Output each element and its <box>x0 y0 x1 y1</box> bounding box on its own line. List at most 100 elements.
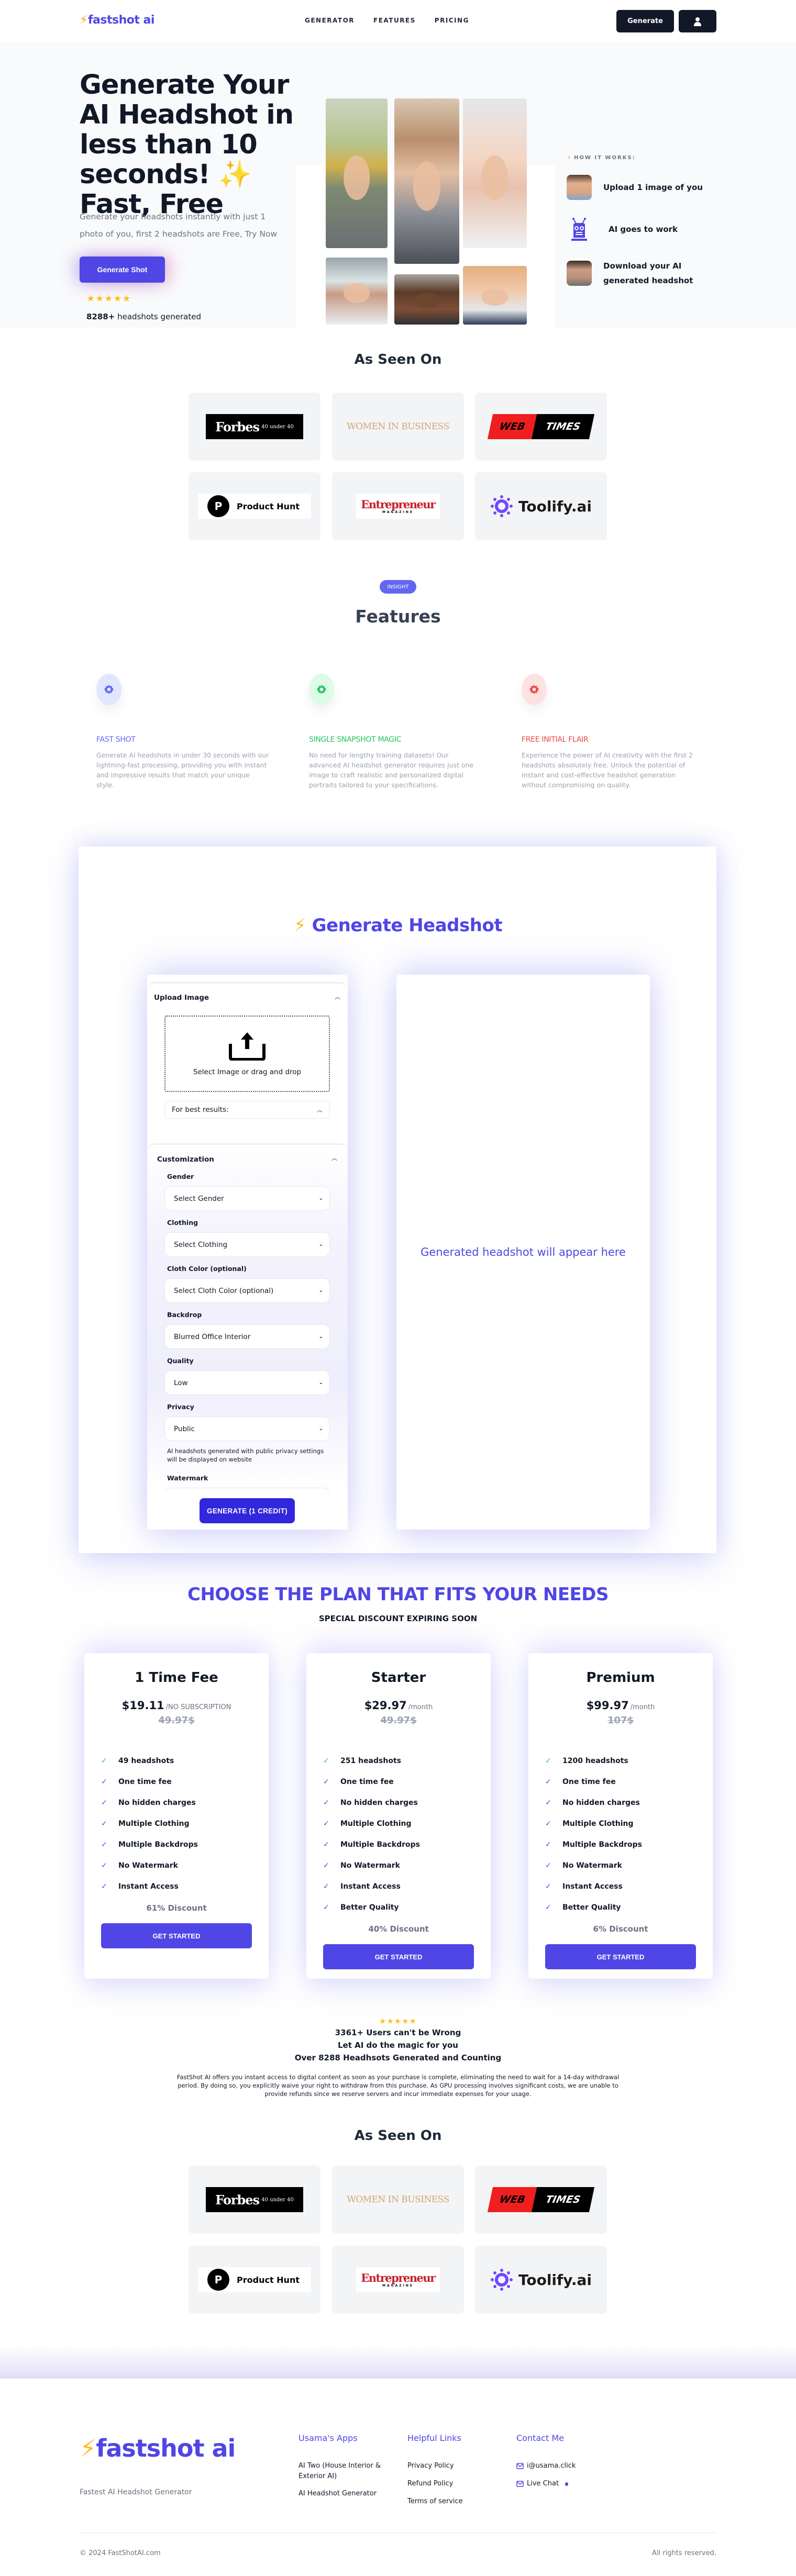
press-logo-web-times: WEB TIMES <box>475 2166 607 2234</box>
plan-card-premium: Premium $99.97/month 107$ ✓ 1200 headshot… <box>528 1653 713 1979</box>
plan-name: Premium <box>586 1670 655 1686</box>
feature-description: No need for lengthy training datasets! O… <box>309 751 474 789</box>
customization-accordion-header[interactable]: Customization <box>157 1155 214 1164</box>
clothing-label: Clothing <box>167 1219 198 1226</box>
best-results-toggle[interactable]: For best results: ︿ <box>164 1101 330 1119</box>
get-started-button[interactable]: GET STARTED <box>323 1944 474 1969</box>
features-title: Features <box>355 606 441 627</box>
backdrop-select[interactable]: Blurred Office Interior ⌄ <box>164 1324 330 1349</box>
headshots-generated-line: Over 8288 Headhsots Generated and Counti… <box>294 2053 502 2062</box>
mail-icon <box>516 2481 524 2487</box>
plan-old-price: 49.97$ <box>380 1715 417 1726</box>
cloth-color-select[interactable]: Select Cloth Color (optional) ⌄ <box>164 1278 330 1303</box>
footer-logo[interactable]: ⚡ fastshot ai <box>80 2434 236 2462</box>
as-seen-on-title: As Seen On <box>354 352 442 367</box>
nav-generator[interactable]: GENERATOR <box>305 17 355 24</box>
footer-divider-glow <box>0 2345 796 2379</box>
plan-feature: ✓ One time fee <box>545 1778 616 1786</box>
press-logo-women-in-business: WOMEN IN BUSINESS <box>332 2166 464 2234</box>
feature-card: SINGLE SNAPSHOT MAGIC No need for length… <box>309 674 487 790</box>
sample-headshot-photo <box>394 98 459 264</box>
gear-icon <box>522 674 547 705</box>
chevron-down-icon: ⌄ <box>318 1242 323 1247</box>
press-logo-web-times: WEB TIMES <box>475 393 607 461</box>
headshot-count: 8288+ headshots generated <box>86 312 201 321</box>
nav-pricing[interactable]: PRICING <box>435 17 469 24</box>
magic-line: Let AI do the magic for you <box>337 2040 458 2050</box>
dropzone-text: Select Image or drag and drop <box>193 1068 302 1076</box>
plan-old-price: 49.97$ <box>158 1715 195 1726</box>
chevron-up-icon: ︿ <box>317 1107 323 1113</box>
logo-text: fastshot ai <box>87 14 154 27</box>
hero-title: Generate Your AI Headshot in less than 1… <box>80 70 294 220</box>
check-icon: ✓ <box>323 1903 329 1912</box>
gender-select[interactable]: Select Gender ⌄ <box>164 1186 330 1211</box>
plan-feature: ✓ Better Quality <box>545 1903 621 1912</box>
pricing-title: CHOOSE THE PLAN THAT FITS YOUR NEEDS <box>187 1584 609 1605</box>
product-hunt-icon: P <box>207 2269 229 2291</box>
check-icon: ✓ <box>545 1820 551 1828</box>
logo[interactable]: ⚡ fastshot ai <box>80 14 154 27</box>
privacy-select[interactable]: Public ⌄ <box>164 1417 330 1441</box>
rating-stars: ★★★★★ <box>86 293 131 304</box>
robot-icon <box>567 217 592 242</box>
chevron-up-icon[interactable]: ︿ <box>335 993 340 1001</box>
generator-title: ⚡ Generate Headshot <box>293 915 503 936</box>
quality-select[interactable]: Low ⌄ <box>164 1370 330 1395</box>
privacy-note: AI headshots generated with public priva… <box>167 1447 324 1463</box>
check-icon: ✓ <box>545 1841 551 1849</box>
chevron-down-icon: ⌄ <box>318 1334 323 1340</box>
plan-price: $99.97/month <box>586 1699 655 1712</box>
footer-link-headshot-generator[interactable]: AI Headshot Generator <box>298 2489 377 2499</box>
upload-accordion-header[interactable]: Upload Image <box>154 994 209 1002</box>
footer-link-terms[interactable]: Terms of service <box>407 2496 463 2507</box>
check-icon: ✓ <box>323 1861 329 1870</box>
press-logo-women-in-business: WOMEN IN BUSINESS <box>332 393 464 461</box>
plan-feature: ✓ One time fee <box>101 1778 172 1786</box>
hero-subtitle: Generate your headshots instantly with j… <box>80 212 278 239</box>
image-dropzone[interactable]: Select Image or drag and drop <box>164 1016 330 1092</box>
user-menu-button[interactable] <box>679 10 716 32</box>
sample-headshot-photo <box>463 266 527 325</box>
product-hunt-icon: P <box>207 495 229 517</box>
how-it-works-step: Upload 1 image of you <box>567 175 724 200</box>
chevron-down-icon: ⌄ <box>318 1196 323 1201</box>
plan-feature: ✓ Multiple Clothing <box>101 1820 190 1828</box>
headshot-count-label: headshots generated <box>115 312 201 321</box>
feature-description: Experience the power of AI creativity wi… <box>522 751 693 789</box>
plan-feature: ✓ 1200 headshots <box>545 1757 628 1765</box>
footer-link-privacy-policy[interactable]: Privacy Policy <box>407 2461 454 2471</box>
check-icon: ✓ <box>101 1861 107 1870</box>
lightning-icon: ⚡ <box>293 915 306 936</box>
step-text: Download your AI generated headshot <box>603 261 693 285</box>
footer-email-link[interactable]: i@usama.click <box>516 2461 576 2471</box>
check-icon: ✓ <box>101 1799 107 1807</box>
chevron-up-icon[interactable]: ︿ <box>331 1154 337 1162</box>
clothing-select[interactable]: Select Clothing ⌄ <box>164 1232 330 1257</box>
plan-features: ✓ 251 headshots ✓ One time fee ✓ No hidden … <box>323 1750 420 1918</box>
feature-description: Generate AI headshots in under 30 second… <box>96 751 269 789</box>
header-generate-button[interactable]: Generate <box>616 10 674 32</box>
plan-name: Starter <box>371 1670 426 1686</box>
footer-live-chat-link[interactable]: Live Chat <box>516 2479 569 2489</box>
footer-link-ai-two[interactable]: AI Two (House Interior & Exterior AI) <box>298 2461 382 2482</box>
footer-link-refund-policy[interactable]: Refund Policy <box>407 2479 453 2489</box>
nav-features[interactable]: FEATURES <box>373 17 416 24</box>
sample-headshot-photo <box>326 258 388 325</box>
upload-icon <box>229 1032 266 1061</box>
press-logo-toolify: Toolify.ai <box>475 2246 607 2314</box>
plan-card-starter: Starter $29.97/month 49.97$ ✓ 251 headsho… <box>306 1653 491 1979</box>
check-icon: ✓ <box>101 1757 107 1765</box>
plan-feature: ✓ Multiple Backdrops <box>101 1841 198 1849</box>
pricing-subtitle: SPECIAL DISCOUNT EXPIRING SOON <box>318 1614 478 1623</box>
plan-card-one-time: 1 Time Fee $19.11/NO SUBSCRIPTION 49.97$… <box>84 1653 269 1979</box>
gear-icon <box>96 674 121 705</box>
generate-shot-button[interactable]: Generate Shot <box>80 257 165 283</box>
how-it-works-step: AI goes to work <box>567 217 729 242</box>
footer-tagline: Fastest AI Headshot Generator <box>80 2488 192 2496</box>
plan-feature: ✓ 49 headshots <box>101 1757 174 1765</box>
how-it-works-step: Download your AI generated headshot <box>567 259 724 288</box>
generate-credit-button[interactable]: GENERATE (1 CREDIT) <box>200 1498 295 1523</box>
get-started-button[interactable]: GET STARTED <box>101 1923 252 1948</box>
get-started-button[interactable]: GET STARTED <box>545 1944 696 1969</box>
